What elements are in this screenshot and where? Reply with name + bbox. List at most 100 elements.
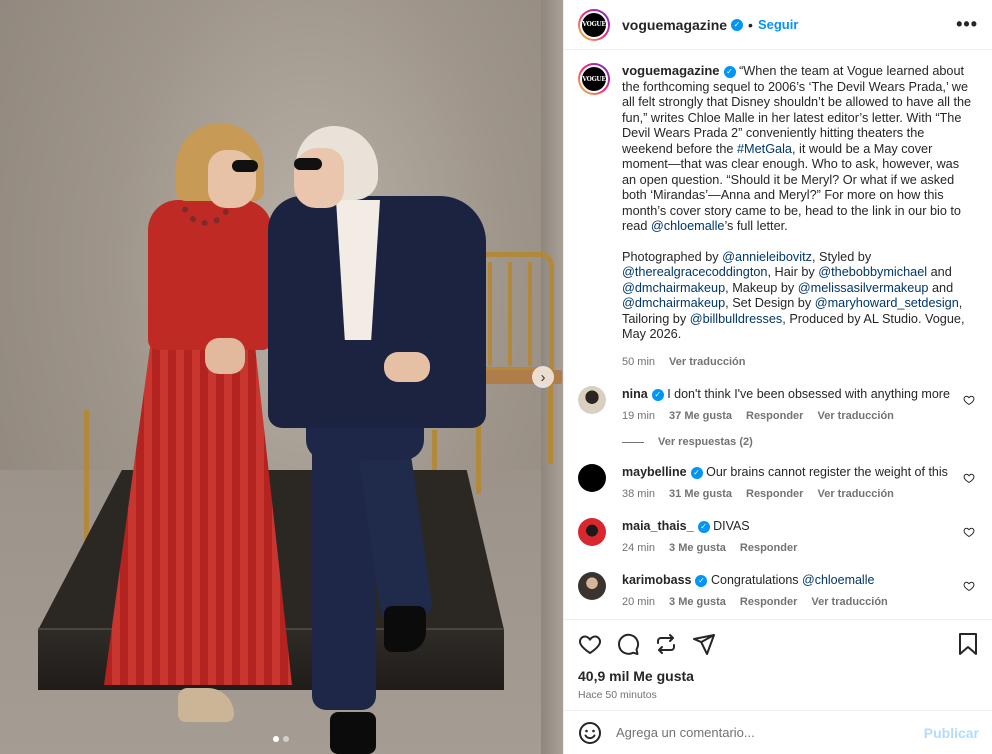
caption-text: , Makeup by xyxy=(725,280,798,295)
mention-link[interactable]: @dmchairmakeup xyxy=(622,296,725,310)
mention-link[interactable]: @dmchairmakeup xyxy=(622,281,725,295)
photo-face-left xyxy=(208,150,256,208)
post-photo[interactable]: › xyxy=(0,0,563,754)
comment-meta: 20 min 3 Me gusta Responder Ver traducci… xyxy=(622,594,952,610)
reply-button[interactable]: Responder xyxy=(746,486,803,502)
caption-text: Photographed by xyxy=(622,249,723,264)
reply-button[interactable]: Responder xyxy=(740,540,797,556)
comment-body: maia_thais_ ✓ DIVAS 24 min 3 Me gusta Res… xyxy=(622,518,952,556)
like-comment-heart-icon[interactable] xyxy=(963,394,975,406)
comment-bubble-icon[interactable] xyxy=(616,632,640,656)
replies-line xyxy=(622,441,644,443)
mention-link[interactable]: @maryhoward_setdesign xyxy=(815,296,959,310)
post-side-panel: VOGUE voguemagazine ✓ • Seguir ••• VOGUE… xyxy=(563,0,992,754)
caption-meta: 50 min Ver traducción xyxy=(622,355,972,371)
view-replies-label: Ver respuestas (2) xyxy=(658,436,753,448)
save-bookmark-icon[interactable] xyxy=(957,632,979,656)
translate-link[interactable]: Ver traducción xyxy=(669,355,745,371)
emoji-icon[interactable] xyxy=(578,721,602,745)
verified-badge-icon: ✓ xyxy=(690,466,703,479)
commenter-avatar[interactable] xyxy=(578,464,606,492)
hashtag-link[interactable]: #MetGala xyxy=(737,142,792,156)
reply-button[interactable]: Responder xyxy=(740,594,797,610)
vogue-logo: VOGUE xyxy=(580,10,608,39)
commenter-username[interactable]: nina xyxy=(622,387,648,401)
photo-clasped-hands xyxy=(205,338,245,374)
comment-meta: 19 min 37 Me gusta Responder Ver traducc… xyxy=(622,408,952,424)
reply-button[interactable]: Responder xyxy=(746,408,803,424)
more-options-icon[interactable]: ••• xyxy=(956,14,978,35)
comment-time: 20 min xyxy=(622,596,656,608)
post-caption: VOGUE voguemagazine ✓ “When the team at V… xyxy=(578,63,979,370)
post-actions: 40,9 mil Me gusta Hace 50 minutos xyxy=(564,619,992,701)
like-comment-heart-icon[interactable] xyxy=(963,580,975,592)
author-username[interactable]: voguemagazine xyxy=(622,17,727,33)
commenter-username[interactable]: maia_thais_ xyxy=(622,519,694,533)
carousel-next-button[interactable]: › xyxy=(532,366,554,388)
comment-body: karimobass ✓ Congratulations @chloemalle … xyxy=(622,572,952,610)
caption-username[interactable]: voguemagazine xyxy=(622,63,720,78)
photo-black-heel xyxy=(330,712,376,754)
photo-sunglasses-right xyxy=(294,158,322,170)
view-replies-button[interactable]: Ver respuestas (2) xyxy=(622,436,979,448)
commenter-username[interactable]: maybelline xyxy=(622,465,687,479)
translate-link[interactable]: Ver traducción xyxy=(817,408,893,424)
comment-meta: 38 min 31 Me gusta Responder Ver traducc… xyxy=(622,486,952,502)
vogue-logo: VOGUE xyxy=(580,65,608,93)
caption-text: and xyxy=(927,265,952,279)
comment-likes[interactable]: 31 Me gusta xyxy=(669,486,732,502)
verified-badge-icon: ✓ xyxy=(731,18,744,31)
share-send-icon[interactable] xyxy=(692,632,716,656)
mention-link[interactable]: @melissasilvermakeup xyxy=(798,281,929,295)
caption-text: and xyxy=(928,280,954,295)
translate-link[interactable]: Ver traducción xyxy=(817,486,893,502)
comment-item: nina ✓ I don't think I've been obsessed w… xyxy=(578,386,979,424)
comment-time: 38 min xyxy=(622,488,656,500)
follow-button[interactable]: Seguir xyxy=(758,17,798,32)
commenter-username[interactable]: karimobass xyxy=(622,573,691,587)
commenter-avatar[interactable] xyxy=(578,518,606,546)
comment-likes[interactable]: 3 Me gusta xyxy=(669,594,726,610)
comment-text: Our brains cannot register the weight of… xyxy=(706,465,948,479)
comment-text: Congratulations xyxy=(710,573,802,587)
author-avatar[interactable]: VOGUE xyxy=(578,8,610,41)
caption-avatar[interactable]: VOGUE xyxy=(578,63,610,95)
like-comment-heart-icon[interactable] xyxy=(963,526,975,538)
mention-link[interactable]: @billbulldresses xyxy=(690,312,783,326)
mention-link[interactable]: @therealgracecoddington xyxy=(622,265,768,279)
post-header: VOGUE voguemagazine ✓ • Seguir ••• xyxy=(564,0,992,50)
add-comment-bar: Publicar xyxy=(564,710,992,754)
photo-chair-leg xyxy=(548,384,553,464)
photo-red-skirt xyxy=(104,340,292,685)
comment-likes[interactable]: 37 Me gusta xyxy=(669,408,732,424)
caption-text: , Styled by xyxy=(811,249,872,264)
like-heart-icon[interactable] xyxy=(578,632,602,656)
verified-badge-icon: ✓ xyxy=(697,520,710,533)
verified-badge-icon: ✓ xyxy=(651,388,664,401)
verified-badge-icon: ✓ xyxy=(695,574,708,587)
mention-link[interactable]: @chloemalle xyxy=(802,573,874,587)
commenter-avatar[interactable] xyxy=(578,386,606,414)
header-separator: • xyxy=(748,16,753,33)
like-comment-heart-icon[interactable] xyxy=(963,472,975,484)
comment-meta: 24 min 3 Me gusta Responder xyxy=(622,540,952,556)
carousel-dots xyxy=(273,736,289,742)
comment-likes[interactable]: 3 Me gusta xyxy=(669,540,726,556)
repost-icon[interactable] xyxy=(654,632,678,656)
likes-count[interactable]: 40,9 mil Me gusta xyxy=(578,668,979,684)
commenter-avatar[interactable] xyxy=(578,572,606,600)
mention-link[interactable]: @annieleibovitz xyxy=(722,250,812,264)
mention-link[interactable]: @thebobbymichael xyxy=(818,265,927,279)
translate-link[interactable]: Ver traducción xyxy=(811,594,887,610)
comments-list[interactable]: VOGUE voguemagazine ✓ “When the team at V… xyxy=(564,51,992,619)
photo-hand xyxy=(384,352,430,382)
comment-input[interactable] xyxy=(616,725,924,740)
comment-body: nina ✓ I don't think I've been obsessed w… xyxy=(622,386,952,424)
mention-link[interactable]: @chloemalle xyxy=(651,219,725,233)
publish-button[interactable]: Publicar xyxy=(924,725,979,741)
comment-item: karimobass ✓ Congratulations @chloemalle … xyxy=(578,572,979,610)
carousel-dot xyxy=(283,736,289,742)
caption-text: , Hair by xyxy=(767,265,819,279)
photo-sunglasses-left xyxy=(232,160,258,172)
chevron-right-icon: › xyxy=(540,368,546,386)
